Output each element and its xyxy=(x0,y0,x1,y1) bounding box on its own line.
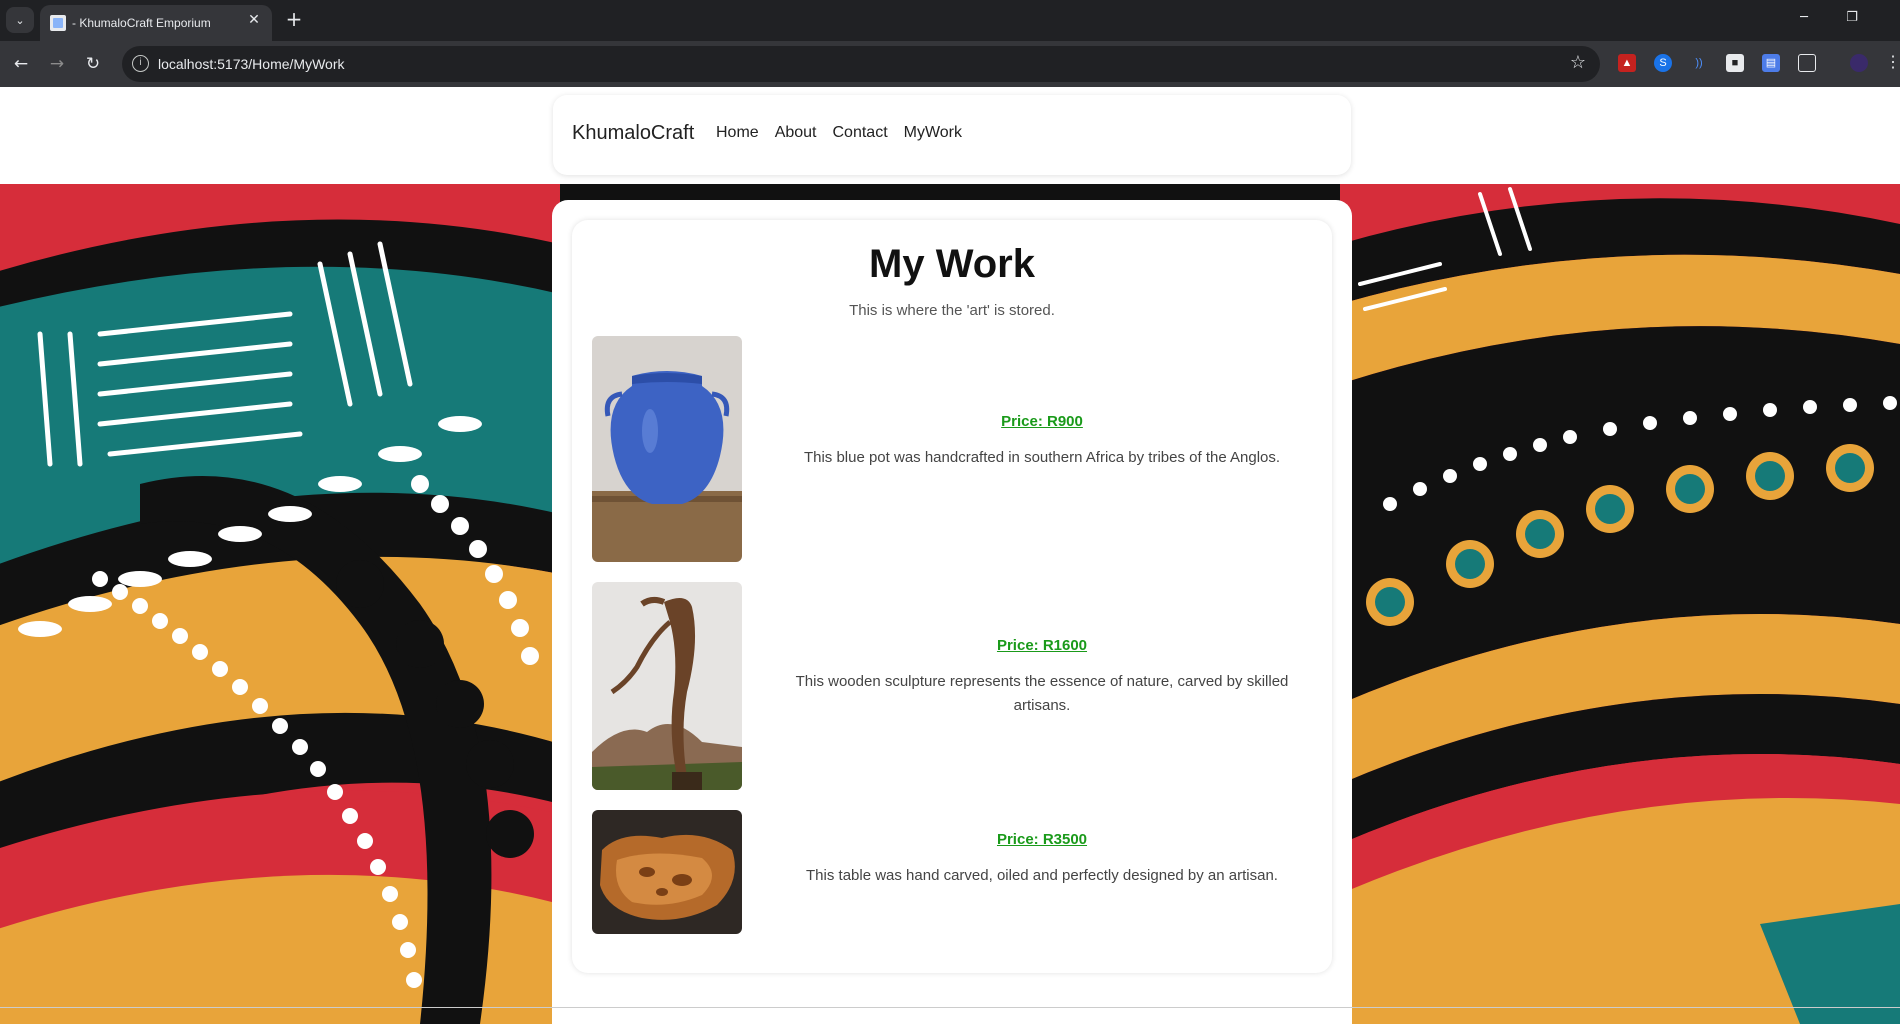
nav-links: Home About Contact MyWork xyxy=(716,124,962,142)
main-content-panel: My Work This is where the 'art' is store… xyxy=(552,200,1352,1024)
site-navbar: KhumaloCraft Home About Contact MyWork xyxy=(553,95,1351,175)
page-title: My Work xyxy=(869,242,1035,286)
new-tab-button[interactable]: + xyxy=(282,8,306,32)
minimize-icon[interactable]: ─ xyxy=(1790,10,1818,25)
item-price-link[interactable]: Price: R1600 xyxy=(782,637,1302,654)
address-url[interactable]: localhost:5173/Home/MyWork xyxy=(158,56,344,72)
extensions-puzzle-icon[interactable] xyxy=(1798,54,1816,72)
web-page: KhumaloCraft Home About Contact MyWork M… xyxy=(0,87,1900,1024)
tab-search-button[interactable]: ⌄ xyxy=(6,7,34,33)
nav-link-home[interactable]: Home xyxy=(716,124,759,142)
tab-title: - KhumaloCraft Emporium xyxy=(72,16,211,30)
item-description: This blue pot was handcrafted in souther… xyxy=(803,449,1281,466)
extension-shazam-icon[interactable]: S xyxy=(1654,54,1672,72)
divider xyxy=(0,1007,1900,1008)
extension-reader-icon[interactable]: ▤ xyxy=(1762,54,1780,72)
forward-icon[interactable]: → xyxy=(46,53,68,75)
browser-toolbar: ← → ↻ i localhost:5173/Home/MyWork ☆ ▲ S… xyxy=(0,41,1900,87)
browser-menu-icon[interactable]: ⋮ xyxy=(1884,54,1900,72)
nav-link-mywork[interactable]: MyWork xyxy=(904,124,962,142)
back-icon[interactable]: ← xyxy=(10,53,32,75)
browser-tab[interactable]: - KhumaloCraft Emporium ✕ xyxy=(40,5,272,41)
page-subtitle: This is where the 'art' is stored. xyxy=(849,302,1055,319)
close-tab-icon[interactable]: ✕ xyxy=(244,12,264,28)
nav-link-about[interactable]: About xyxy=(775,124,817,142)
carved-table-image xyxy=(592,810,742,934)
extension-pdf-icon[interactable]: ▲ xyxy=(1618,54,1636,72)
address-bar[interactable]: i localhost:5173/Home/MyWork ☆ xyxy=(122,46,1600,82)
next-panel xyxy=(552,1009,1352,1024)
item-description: This table was hand carved, oiled and pe… xyxy=(806,867,1278,884)
browser-tab-bar: ⌄ - KhumaloCraft Emporium ✕ + ─ ❐ xyxy=(0,0,1900,41)
extension-lock-icon[interactable]: ■ xyxy=(1726,54,1744,72)
wooden-sculpture-image xyxy=(592,582,742,790)
profile-avatar[interactable] xyxy=(1850,54,1868,72)
item-price-link[interactable]: Price: R3500 xyxy=(782,831,1302,848)
reload-icon[interactable]: ↻ xyxy=(82,53,104,75)
blue-pot-image xyxy=(592,336,742,562)
restore-icon[interactable]: ❐ xyxy=(1838,10,1866,25)
brand-link[interactable]: KhumaloCraft xyxy=(572,122,694,145)
extension-wave-icon[interactable]: )) xyxy=(1690,54,1708,72)
work-card: My Work This is where the 'art' is store… xyxy=(572,220,1332,973)
item-price-link[interactable]: Price: R900 xyxy=(782,413,1302,430)
bookmark-star-icon[interactable]: ☆ xyxy=(1570,52,1586,73)
item-description: This wooden sculpture represents the ess… xyxy=(795,673,1289,714)
page-favicon-icon xyxy=(50,15,66,31)
nav-link-contact[interactable]: Contact xyxy=(833,124,888,142)
site-info-icon[interactable]: i xyxy=(132,55,149,72)
